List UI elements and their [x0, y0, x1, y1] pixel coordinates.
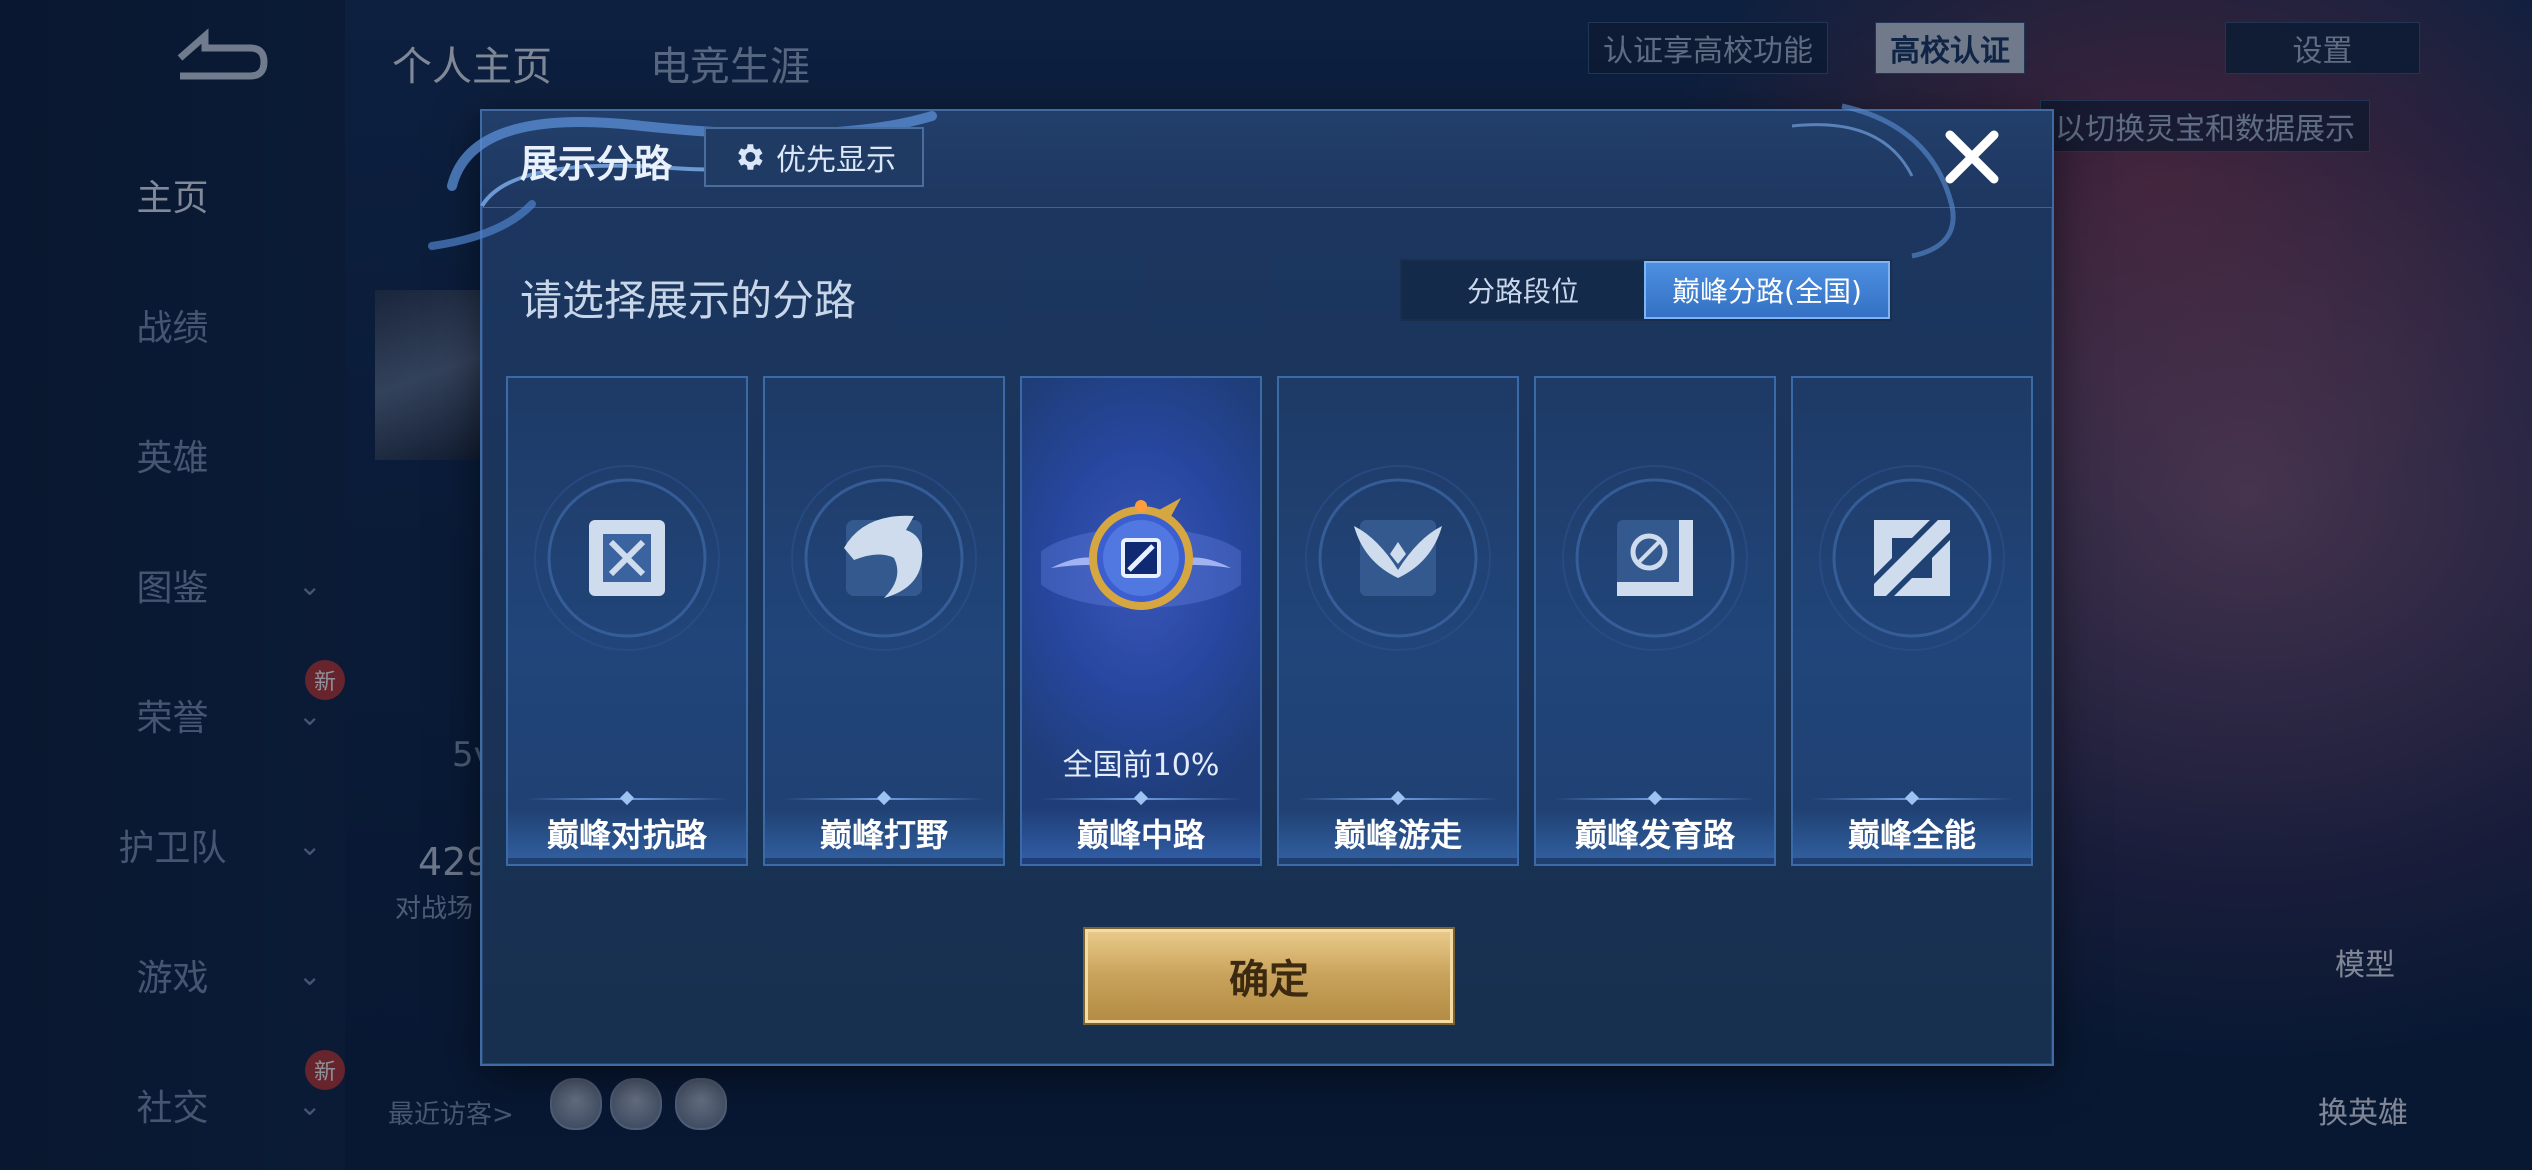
- all-round-icon: [1819, 465, 2005, 651]
- mid-lane-badge-icon: [1041, 498, 1241, 610]
- toggle-lane-rank[interactable]: 分路段位: [1402, 261, 1644, 319]
- card-divider-dot: [876, 790, 892, 806]
- gear-icon: [738, 144, 763, 170]
- lane-display-dialog: 展示分路 优先显示 请选择展示的分路 分路段位 巅峰分路(全国) 巅峰对抗路 巅…: [428, 103, 2054, 1066]
- card-divider-dot: [1133, 790, 1149, 806]
- close-icon: [1945, 130, 1999, 184]
- target-icon: [1562, 465, 1748, 651]
- lane-card-label: 巅峰对抗路: [508, 808, 746, 858]
- card-divider-dot: [1390, 790, 1406, 806]
- lane-card-label: 巅峰全能: [1793, 808, 2031, 858]
- lane-mode-toggle: 分路段位 巅峰分路(全国): [1400, 259, 1892, 321]
- lane-card-mid[interactable]: 全国前10% 巅峰中路: [1020, 376, 1262, 866]
- lane-card-adc[interactable]: 巅峰发育路: [1534, 376, 1776, 866]
- lane-card-label: 巅峰中路: [1022, 808, 1260, 858]
- lane-cards: 巅峰对抗路 巅峰打野 全国前10% 巅峰中路 巅峰游走 巅峰发育路 巅峰全能: [506, 376, 2033, 866]
- dragon-icon: [791, 465, 977, 651]
- dialog-title: 展示分路: [520, 142, 673, 186]
- lane-card-roam[interactable]: 巅峰游走: [1277, 376, 1519, 866]
- sword-cross-icon: [534, 465, 720, 651]
- lane-card-top[interactable]: 巅峰对抗路: [506, 376, 748, 866]
- lane-card-jungle[interactable]: 巅峰打野: [763, 376, 1005, 866]
- lane-card-all-round[interactable]: 巅峰全能: [1791, 376, 2033, 866]
- confirm-button[interactable]: 确定: [1085, 929, 1453, 1023]
- card-divider-dot: [619, 790, 635, 806]
- toggle-peak-lane-national[interactable]: 巅峰分路(全国): [1644, 261, 1890, 319]
- lane-card-label: 巅峰游走: [1279, 808, 1517, 858]
- mid-rank-text: 全国前10%: [1062, 748, 1220, 783]
- select-lane-prompt: 请选择展示的分路: [520, 276, 857, 325]
- lane-card-label: 巅峰打野: [765, 808, 1003, 858]
- card-divider-dot: [1647, 790, 1663, 806]
- wings-icon: [1305, 465, 1491, 651]
- priority-display-button[interactable]: 优先显示: [704, 127, 924, 187]
- close-button[interactable]: [1940, 125, 2004, 189]
- card-divider-dot: [1904, 790, 1920, 806]
- lane-card-label: 巅峰发育路: [1536, 808, 1774, 858]
